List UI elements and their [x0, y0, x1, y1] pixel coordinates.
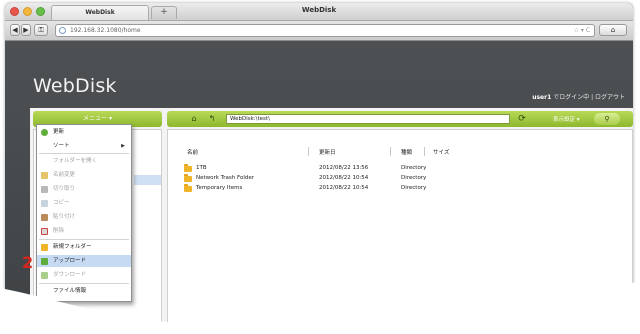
file-type: Directory: [401, 165, 427, 171]
login-status: user1 でログイン中 | ログアウト: [532, 92, 625, 101]
upload-icon: [41, 258, 48, 265]
home-icon[interactable]: ⌂: [189, 114, 199, 124]
paste-icon: [41, 214, 48, 221]
menu-item-cut[interactable]: 切り取り: [37, 183, 131, 195]
menu-item-label: フォルダーを開く: [53, 158, 98, 164]
menu-item-label: 新規フォルダー: [53, 244, 92, 250]
home-icon[interactable]: ⌂: [599, 24, 627, 36]
rename-icon: [41, 172, 48, 179]
webdisk-logo: WebDisk: [33, 75, 117, 97]
menu-separator: [39, 283, 129, 284]
menu-item-sort[interactable]: ソート ▶: [37, 140, 131, 152]
file-type: Directory: [401, 175, 427, 181]
column-header-size[interactable]: サイズ: [433, 148, 449, 156]
menu-item-paste[interactable]: 貼り付け: [37, 211, 131, 223]
menu-item-label: ソート: [53, 143, 70, 149]
tree-selection[interactable]: [134, 175, 161, 185]
step-number-badge: 2: [22, 253, 34, 272]
menu-item-refresh[interactable]: 更新: [37, 126, 131, 138]
menu-item-label: 切り取り: [53, 186, 76, 192]
file-modified: 2012/08/22 13:56: [319, 165, 369, 171]
menu-item-label: 貼り付け: [53, 214, 76, 220]
menu-item-rename[interactable]: 名前変更: [37, 169, 131, 181]
file-name: Temporary Items: [196, 185, 243, 191]
context-menu: 更新 ソート ▶ フォルダーを開く 名前変更 切り取り コピー 貼り付け 削除 …: [36, 124, 132, 302]
url-bar[interactable]: 192.168.32.1080/home ☆ ▾ C: [55, 24, 595, 37]
refresh-icon[interactable]: ⟳: [516, 113, 528, 125]
file-modified: 2012/08/22 10:54: [319, 185, 369, 191]
folder-icon: [184, 164, 192, 172]
file-toolbar: ⌂ ↰ WebDisk:\test\ ⟳ 表示設定 ▾ ⚲: [167, 111, 633, 127]
submenu-arrow-icon: ▶: [121, 143, 125, 149]
url-tools[interactable]: ☆ ▾ C: [574, 25, 590, 36]
user-name: user1: [532, 94, 552, 101]
path-input[interactable]: WebDisk:\test\: [226, 114, 510, 124]
back-button[interactable]: ◀: [10, 24, 20, 36]
file-list-pane: 名前 更新日 種類 サイズ 1TB 2012/08/22 13:56 Direc…: [167, 129, 633, 334]
browser-toolbar: ◀ ▶ ⚿ 192.168.32.1080/home ☆ ▾ C ⌂: [5, 21, 633, 41]
title-bar: WebDisk WebDisk +: [5, 3, 633, 21]
menu-item-label: ダウンロード: [53, 272, 87, 278]
column-header-name[interactable]: 名前: [187, 148, 198, 156]
file-name: 1TB: [196, 165, 207, 171]
menu-item-label: アップロード: [53, 258, 87, 264]
folder-icon: [184, 174, 192, 182]
menu-item-download[interactable]: ダウンロード: [37, 269, 131, 281]
menu-item-open-folder[interactable]: フォルダーを開く: [37, 155, 131, 167]
new-tab-button[interactable]: +: [151, 6, 177, 19]
file-type: Directory: [401, 185, 427, 191]
file-modified: 2012/08/22 10:54: [319, 175, 369, 181]
column-divider: [390, 147, 391, 156]
menu-item-label: ファイル情報: [53, 288, 87, 294]
menu-item-upload[interactable]: アップロード: [37, 255, 131, 267]
new-folder-icon: [41, 244, 48, 251]
copy-icon: [41, 200, 48, 207]
download-icon: [41, 272, 48, 279]
menu-separator: [39, 153, 129, 154]
table-row[interactable]: 1TB 2012/08/22 13:56 Directory: [168, 164, 632, 174]
menu-item-delete[interactable]: 削除: [37, 225, 131, 237]
column-divider: [424, 147, 425, 156]
column-header-modified[interactable]: 更新日: [319, 148, 336, 156]
menu-item-label: 削除: [53, 228, 65, 234]
column-divider: [308, 147, 309, 156]
parent-folder-icon[interactable]: ↰: [207, 114, 217, 124]
forward-button[interactable]: ▶: [21, 24, 31, 36]
url-text: 192.168.32.1080/home: [70, 27, 141, 34]
browser-tab[interactable]: WebDisk: [51, 5, 149, 20]
menu-item-label: 名前変更: [53, 172, 76, 178]
globe-icon: [59, 27, 66, 34]
key-icon[interactable]: ⚿: [34, 24, 48, 36]
menu-item-file-info[interactable]: ファイル情報: [37, 285, 131, 297]
delete-icon: [41, 228, 48, 235]
menu-item-new-folder[interactable]: 新規フォルダー: [37, 241, 131, 253]
display-settings-button[interactable]: 表示設定 ▾: [553, 115, 580, 123]
table-row[interactable]: Temporary Items 2012/08/22 10:54 Directo…: [168, 184, 632, 194]
refresh-icon: [41, 129, 48, 136]
file-name: Network Trash Folder: [196, 175, 254, 181]
search-icon[interactable]: ⚲: [594, 113, 620, 125]
login-status-text[interactable]: でログイン中 | ログアウト: [551, 94, 625, 101]
menu-separator: [39, 239, 129, 240]
menu-item-label: 更新: [53, 129, 65, 135]
menu-item-label: コピー: [53, 200, 70, 206]
cut-icon: [41, 186, 48, 193]
column-header-type[interactable]: 種類: [401, 148, 412, 156]
folder-icon: [184, 184, 192, 192]
table-row[interactable]: Network Trash Folder 2012/08/22 10:54 Di…: [168, 174, 632, 184]
menu-item-copy[interactable]: コピー: [37, 197, 131, 209]
